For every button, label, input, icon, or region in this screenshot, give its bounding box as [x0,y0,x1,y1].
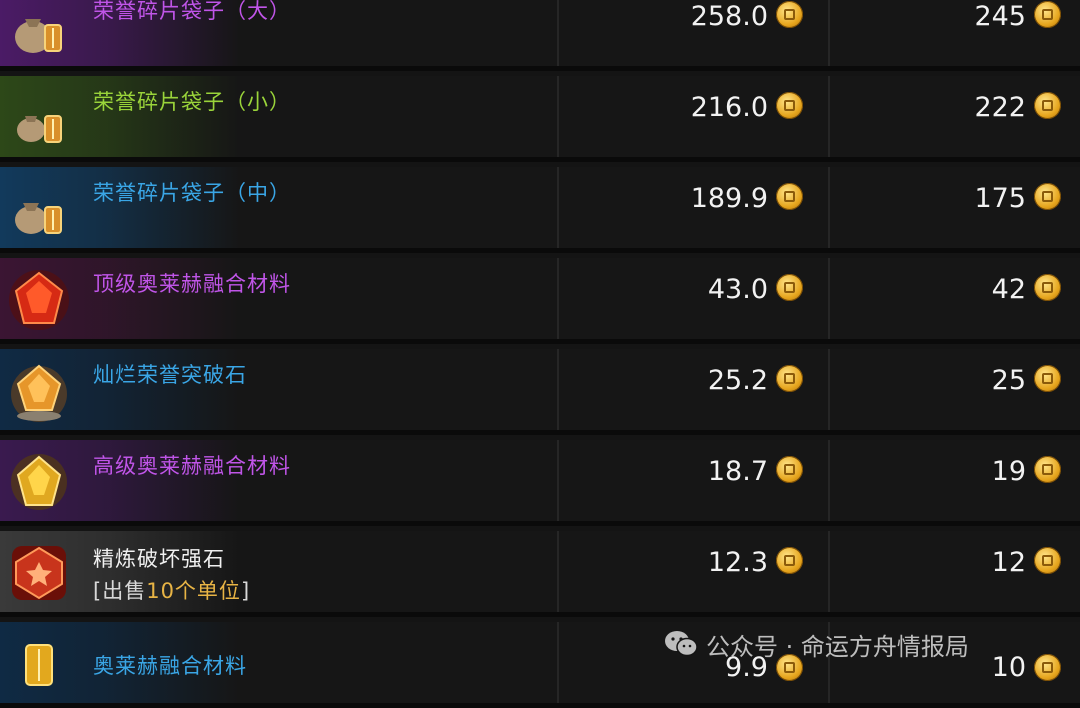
gold-coin-icon [776,365,803,392]
item-name: 奥莱赫融合材料 [93,654,247,678]
table-row[interactable]: 高级奥莱赫融合材料 18.7 19 [0,440,1080,526]
column-divider [557,167,559,248]
item-name: 灿烂荣誉突破石 [93,363,247,387]
item-name: 精炼破坏强石 [93,547,225,571]
column-divider [557,349,559,430]
column-divider [557,622,559,703]
column-divider [557,531,559,612]
gold-coin-icon [776,456,803,483]
item-name: 高级奥莱赫融合材料 [93,454,291,478]
sell-note-suffix: ] [240,579,251,603]
price-column-2: 175 [974,183,1026,214]
column-divider [828,349,830,430]
gold-coin-icon [1034,92,1061,119]
bag-icon [4,84,74,152]
gold-coin-icon [1034,274,1061,301]
gold-coin-icon [776,92,803,119]
column-divider [557,258,559,339]
red-crystal-icon [4,266,74,334]
column-divider [828,76,830,157]
price-column-1: 189.9 [690,183,768,214]
column-divider [828,440,830,521]
sell-note-prefix: [出售 [93,579,147,603]
price-column-1: 25.2 [707,365,768,396]
price-column-2: 19 [991,456,1026,487]
column-divider [828,258,830,339]
gold-coin-icon [776,547,803,574]
price-column-1: 43.0 [707,274,768,305]
price-column-2: 222 [974,92,1026,123]
gold-coin-icon [1034,183,1061,210]
gold-coin-icon [1034,456,1061,483]
gold-coin-icon [776,274,803,301]
column-divider [828,0,830,66]
column-divider [828,167,830,248]
gold-coin-icon [1034,547,1061,574]
price-column-2: 25 [991,365,1026,396]
gold-coin-icon [1034,1,1061,28]
price-column-1: 12.3 [707,547,768,578]
table-row[interactable]: 荣誉碎片袋子（中） 189.9 175 [0,167,1080,253]
gold-bar-icon [4,630,74,698]
red-stone-icon [4,539,74,607]
gold-coin-icon [776,183,803,210]
item-name: 顶级奥莱赫融合材料 [93,272,291,296]
wechat-icon [664,630,698,658]
bag-icon [4,0,74,61]
column-divider [828,531,830,612]
gold-gem-icon [4,357,74,425]
watermark: 公众号 · 命运方舟情报局 [664,624,969,664]
column-divider [557,440,559,521]
column-divider [557,76,559,157]
table-row[interactable]: 荣誉碎片袋子（大） 258.0 245 [0,0,1080,71]
watermark-text: 公众号 · 命运方舟情报局 [706,632,969,661]
price-column-2: 10 [991,652,1026,683]
price-column-1: 18.7 [707,456,768,487]
table-row[interactable]: 灿烂荣誉突破石 25.2 25 [0,349,1080,435]
yellow-crystal-icon [4,448,74,516]
sell-note-units: 10个单位 [146,579,241,603]
price-table: 荣誉碎片袋子（大） 258.0 245 荣誉碎片袋子（小） 216.0 222 … [0,0,1080,708]
gold-coin-icon [1034,654,1061,681]
bag-icon [4,175,74,243]
table-row[interactable]: 荣誉碎片袋子（小） 216.0 222 [0,76,1080,162]
gold-coin-icon [1034,365,1061,392]
price-column-2: 245 [974,1,1026,32]
table-row[interactable]: 顶级奥莱赫融合材料 43.0 42 [0,258,1080,344]
gold-coin-icon [776,1,803,28]
price-column-1: 216.0 [690,92,768,123]
item-name: 荣誉碎片袋子（小） [93,90,291,114]
price-column-1: 258.0 [690,1,768,32]
item-name: 荣誉碎片袋子（中） [93,181,291,205]
table-row[interactable]: 精炼破坏强石 [出售10个单位] 12.3 12 [0,531,1080,617]
price-column-2: 42 [991,274,1026,305]
column-divider [557,0,559,66]
price-column-2: 12 [991,547,1026,578]
item-name: 荣誉碎片袋子（大） [93,0,291,23]
sell-unit-note: [出售10个单位] [93,575,250,605]
